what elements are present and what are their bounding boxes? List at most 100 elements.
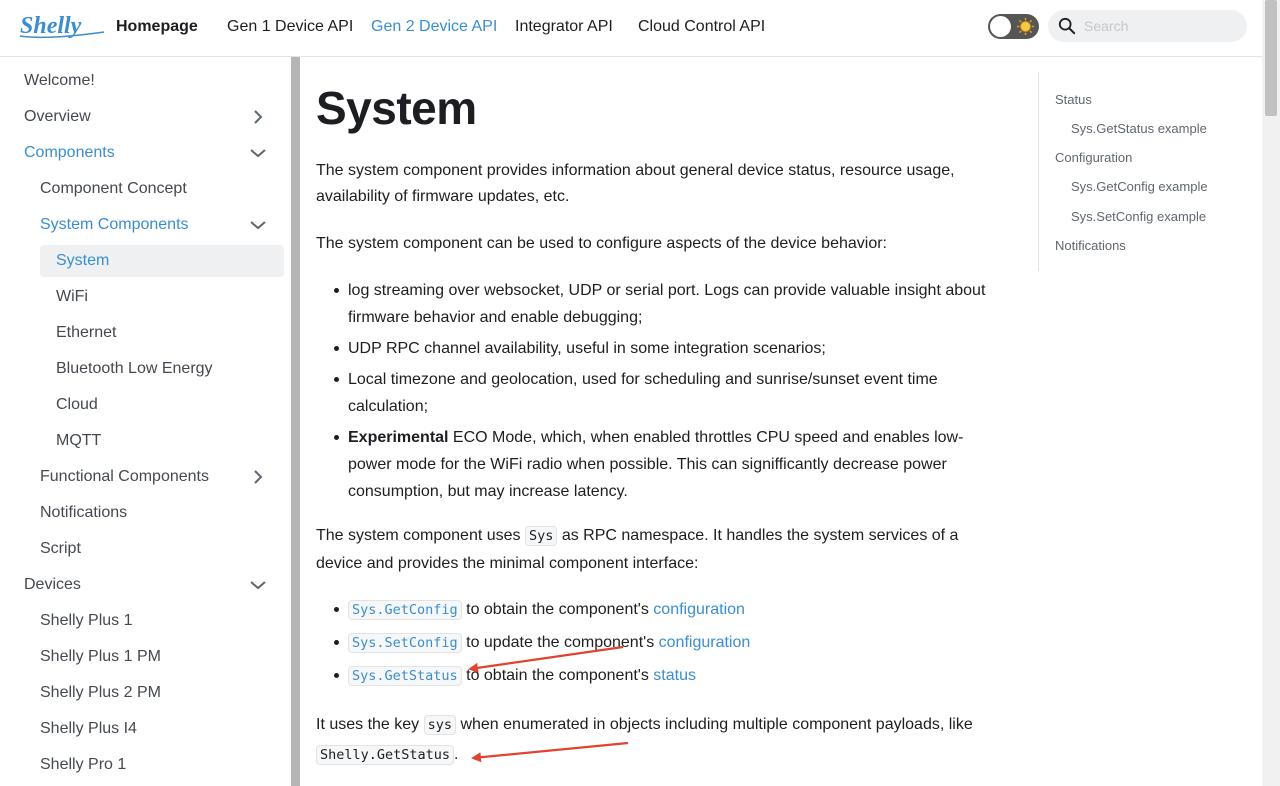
sidebar-scrollbar[interactable] [291, 57, 300, 786]
sidebar: Welcome! Overview Components Component C… [0, 57, 292, 786]
sidebar-item-notifications[interactable]: Notifications [40, 497, 284, 529]
sidebar-item-label: Functional Components [40, 468, 209, 485]
sidebar-item-shelly-pro-1[interactable]: Shelly Pro 1 [40, 749, 284, 781]
sidebar-item-shelly-plus-2-pm[interactable]: Shelly Plus 2 PM [40, 677, 284, 709]
status-link[interactable]: status [653, 667, 696, 684]
sidebar-item-label: Shelly Pro 1 [40, 756, 127, 773]
configuration-link[interactable]: configuration [653, 601, 745, 618]
sidebar-item-components[interactable]: Components [24, 137, 274, 169]
sidebar-item-script[interactable]: Script [40, 533, 284, 565]
toc-item-notifications[interactable]: Notifications [1055, 238, 1126, 253]
inline-code: Shelly.GetStatus [316, 745, 455, 765]
sidebar-item-system[interactable]: System [40, 245, 284, 277]
chevron-down-icon[interactable] [242, 209, 274, 241]
sidebar-item-label: Component Concept [40, 180, 187, 197]
nav-cloud-control-api[interactable]: Cloud Control API [638, 18, 765, 36]
sidebar-item-label: MQTT [56, 432, 102, 449]
sidebar-item-ethernet[interactable]: Ethernet [56, 317, 284, 349]
sidebar-item-label: Devices [24, 576, 81, 593]
paragraph-intro: The system component provides informatio… [316, 162, 955, 205]
experimental-label: Experimental [348, 429, 449, 446]
method-link-getstatus[interactable]: Sys.GetStatus [348, 666, 462, 686]
text: It uses the key [316, 716, 424, 733]
shelly-logo[interactable]: Shelly [18, 10, 106, 42]
list-item: Sys.GetStatus to obtain the component's … [316, 662, 1006, 690]
text: . [454, 746, 459, 763]
paragraph-namespace: The system component uses Sys as RPC nam… [316, 522, 1006, 578]
sidebar-item-system-components[interactable]: System Components [40, 209, 274, 241]
search-box[interactable] [1048, 10, 1247, 42]
sidebar-item-label: Shelly Plus 1 [40, 612, 133, 629]
table-of-contents: Status Sys.GetStatus example Configurati… [1038, 72, 1248, 271]
sidebar-item-label: Shelly Plus I4 [40, 720, 137, 737]
chevron-right-icon[interactable] [242, 461, 274, 493]
list-item: Sys.GetConfig to obtain the component's … [316, 596, 1006, 624]
sidebar-item-cloud[interactable]: Cloud [56, 389, 284, 421]
toc-item-configuration[interactable]: Configuration [1055, 150, 1132, 165]
sidebar-item-functional-components[interactable]: Functional Components [40, 461, 274, 493]
method-link-getconfig[interactable]: Sys.GetConfig [348, 600, 462, 620]
chevron-down-icon[interactable] [242, 137, 274, 169]
chevron-right-icon[interactable] [242, 101, 274, 133]
sidebar-item-devices[interactable]: Devices [24, 569, 274, 601]
sidebar-item-shelly-plus-i4[interactable]: Shelly Plus I4 [40, 713, 284, 745]
inline-code: Sys [524, 526, 558, 546]
text: to update the component's [461, 634, 659, 651]
text: to obtain the component's [461, 667, 654, 684]
sidebar-item-label: Shelly Plus 2 PM [40, 684, 161, 701]
sidebar-item-label: Welcome! [24, 72, 95, 89]
text: when enumerated in objects including mul… [456, 716, 973, 733]
paragraph-configure: The system component can be used to conf… [316, 235, 887, 252]
search-icon [1058, 17, 1076, 35]
sidebar-item-label: Ethernet [56, 324, 117, 341]
sidebar-item-mqtt[interactable]: MQTT [56, 425, 284, 457]
list-item: log streaming over websocket, UDP or ser… [316, 277, 1006, 331]
toggle-knob [990, 16, 1011, 37]
sidebar-item-welcome[interactable]: Welcome! [24, 65, 284, 97]
toc-item-getstatus-example[interactable]: Sys.GetStatus example [1071, 121, 1207, 136]
toc-item-status[interactable]: Status [1055, 92, 1092, 107]
sidebar-item-label: Overview [24, 108, 91, 125]
list-item: Local timezone and geolocation, used for… [316, 366, 1006, 420]
sidebar-item-label: Shelly Plus 1 PM [40, 648, 161, 665]
configuration-link[interactable]: configuration [659, 634, 751, 651]
list-item: Experimental ECO Mode, which, when enabl… [316, 424, 1006, 505]
text: to obtain the component's [461, 601, 654, 618]
sidebar-item-shelly-plus-1-pm[interactable]: Shelly Plus 1 PM [40, 641, 284, 673]
sidebar-item-label: System Components [40, 216, 189, 233]
theme-toggle[interactable] [988, 14, 1039, 39]
sidebar-item-label: Bluetooth Low Energy [56, 360, 213, 377]
nav-integrator-api[interactable]: Integrator API [515, 18, 613, 36]
top-navbar: Shelly Homepage Gen 1 Device API Gen 2 D… [0, 0, 1262, 57]
behavior-list: log streaming over websocket, UDP or ser… [316, 277, 1006, 509]
sidebar-item-overview[interactable]: Overview [24, 101, 274, 133]
sidebar-item-label: Components [24, 144, 115, 161]
search-input[interactable] [1084, 18, 1234, 34]
method-list: Sys.GetConfig to obtain the component's … [316, 596, 1006, 694]
method-link-setconfig[interactable]: Sys.SetConfig [348, 633, 462, 653]
text: The system component uses [316, 527, 525, 544]
sidebar-item-label: Cloud [56, 396, 98, 413]
inline-code: sys [423, 715, 456, 735]
sidebar-item-component-concept[interactable]: Component Concept [40, 173, 284, 205]
nav-gen2-api[interactable]: Gen 2 Device API [371, 18, 497, 36]
toc-item-setconfig-example[interactable]: Sys.SetConfig example [1071, 209, 1206, 224]
sun-icon [1016, 17, 1035, 36]
nav-homepage[interactable]: Homepage [116, 18, 198, 36]
sidebar-item-shelly-plus-1[interactable]: Shelly Plus 1 [40, 605, 284, 637]
sidebar-item-wifi[interactable]: WiFi [56, 281, 284, 313]
sidebar-item-label: WiFi [56, 288, 88, 305]
sidebar-item-label: Notifications [40, 504, 128, 521]
nav-gen1-api[interactable]: Gen 1 Device API [227, 18, 353, 36]
page-scrollbar[interactable] [1262, 0, 1280, 786]
page-title: System [316, 82, 477, 134]
paragraph-key: It uses the key sys when enumerated in o… [316, 710, 1006, 770]
main-content: System The system component provides inf… [300, 57, 1040, 786]
sidebar-item-label: Script [40, 540, 81, 557]
list-item: UDP RPC channel availability, useful in … [316, 335, 1006, 362]
sidebar-item-bluetooth[interactable]: Bluetooth Low Energy [56, 353, 284, 385]
chevron-down-icon[interactable] [242, 569, 274, 601]
scrollbar-thumb[interactable] [1265, 0, 1277, 116]
sidebar-item-label: System [56, 252, 110, 269]
toc-item-getconfig-example[interactable]: Sys.GetConfig example [1071, 179, 1208, 194]
